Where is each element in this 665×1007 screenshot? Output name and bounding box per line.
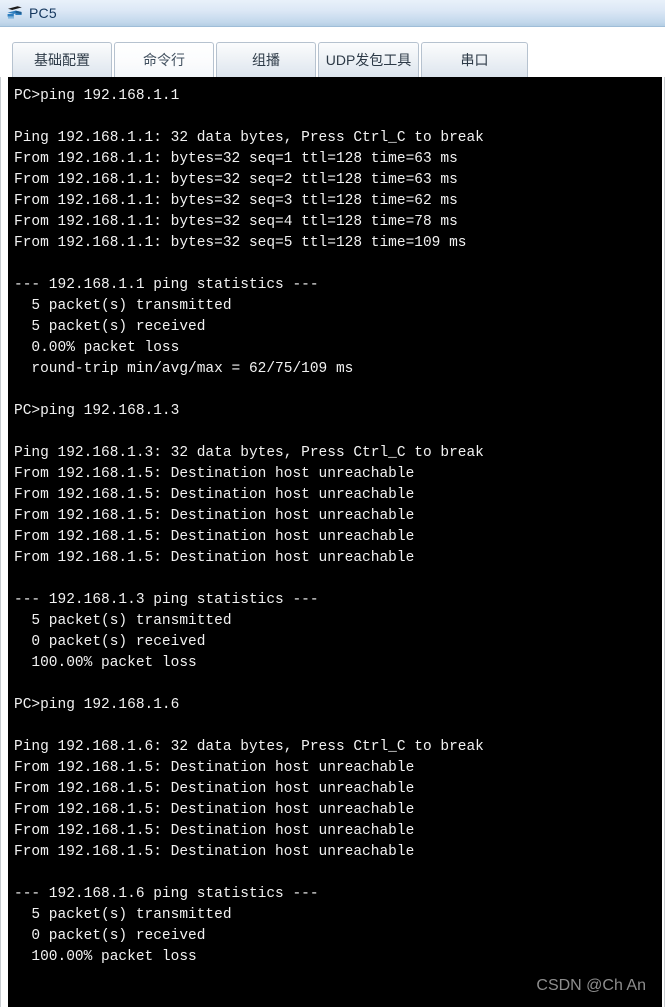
terminal-line: 100.00% packet loss (14, 655, 197, 671)
terminal-line: From 192.168.1.5: Destination host unrea… (14, 550, 415, 566)
terminal-line: 0 packet(s) received (14, 634, 206, 650)
window-title: PC5 (29, 5, 57, 21)
terminal-panel: PC>ping 192.168.1.1 Ping 192.168.1.1: 32… (0, 77, 665, 1007)
terminal-line: round-trip min/avg/max = 62/75/109 ms (14, 361, 354, 377)
tab-basic-config[interactable]: 基础配置 (12, 42, 112, 77)
terminal-line: From 192.168.1.5: Destination host unrea… (14, 487, 415, 503)
terminal-line: 5 packet(s) received (14, 319, 206, 335)
terminal-line: 0.00% packet loss (14, 340, 180, 356)
tab-udp-tool-label: UDP发包工具 (325, 52, 412, 68)
terminal-line: From 192.168.1.1: bytes=32 seq=2 ttl=128… (14, 172, 458, 188)
terminal-line: From 192.168.1.1: bytes=32 seq=4 ttl=128… (14, 214, 458, 230)
terminal-line: From 192.168.1.5: Destination host unrea… (14, 466, 415, 482)
terminal-line: --- 192.168.1.1 ping statistics --- (14, 277, 319, 293)
tab-serial-port[interactable]: 串口 (421, 42, 528, 77)
tab-command-line[interactable]: 命令行 (114, 42, 214, 77)
tab-serial-port-label: 串口 (460, 52, 489, 68)
terminal-line: Ping 192.168.1.3: 32 data bytes, Press C… (14, 445, 484, 461)
terminal-console[interactable]: PC>ping 192.168.1.1 Ping 192.168.1.1: 32… (8, 77, 662, 1007)
terminal-line: PC>ping 192.168.1.6 (14, 697, 180, 713)
terminal-line: PC>ping 192.168.1.3 (14, 403, 180, 419)
terminal-line: 100.00% packet loss (14, 949, 197, 965)
tab-udp-tool[interactable]: UDP发包工具 (318, 42, 419, 77)
terminal-line: From 192.168.1.5: Destination host unrea… (14, 529, 415, 545)
terminal-line: From 192.168.1.5: Destination host unrea… (14, 760, 415, 776)
terminal-line: --- 192.168.1.3 ping statistics --- (14, 592, 319, 608)
tab-command-line-label: 命令行 (143, 52, 185, 68)
terminal-line: From 192.168.1.5: Destination host unrea… (14, 781, 415, 797)
terminal-line: 5 packet(s) transmitted (14, 907, 232, 923)
window-titlebar: PC5 (0, 0, 665, 27)
terminal-output: PC>ping 192.168.1.1 Ping 192.168.1.1: 32… (14, 86, 662, 968)
terminal-line: From 192.168.1.5: Destination host unrea… (14, 802, 415, 818)
pc-device-icon (7, 6, 22, 19)
terminal-line: Ping 192.168.1.1: 32 data bytes, Press C… (14, 130, 484, 146)
watermark-label: CSDN @Ch An (536, 977, 646, 994)
tab-multicast[interactable]: 组播 (216, 42, 316, 77)
terminal-line: From 192.168.1.1: bytes=32 seq=5 ttl=128… (14, 235, 467, 251)
pc-console-window: PC5 基础配置 命令行 组播 UDP发包工具 串口 PC>ping 192.1… (0, 0, 665, 1007)
terminal-line: Ping 192.168.1.6: 32 data bytes, Press C… (14, 739, 484, 755)
terminal-line: --- 192.168.1.6 ping statistics --- (14, 886, 319, 902)
terminal-line: From 192.168.1.1: bytes=32 seq=3 ttl=128… (14, 193, 458, 209)
terminal-line: 0 packet(s) received (14, 928, 206, 944)
tab-multicast-label: 组播 (252, 52, 280, 68)
tab-strip: 基础配置 命令行 组播 UDP发包工具 串口 (0, 28, 665, 77)
terminal-line: PC>ping 192.168.1.1 (14, 88, 180, 104)
tab-basic-config-label: 基础配置 (34, 52, 90, 68)
terminal-line: 5 packet(s) transmitted (14, 613, 232, 629)
terminal-line: From 192.168.1.5: Destination host unrea… (14, 844, 415, 860)
tab-list: 基础配置 命令行 组播 UDP发包工具 串口 (12, 42, 530, 77)
terminal-line: From 192.168.1.5: Destination host unrea… (14, 823, 415, 839)
terminal-line: 5 packet(s) transmitted (14, 298, 232, 314)
terminal-line: From 192.168.1.5: Destination host unrea… (14, 508, 415, 524)
terminal-line: From 192.168.1.1: bytes=32 seq=1 ttl=128… (14, 151, 458, 167)
